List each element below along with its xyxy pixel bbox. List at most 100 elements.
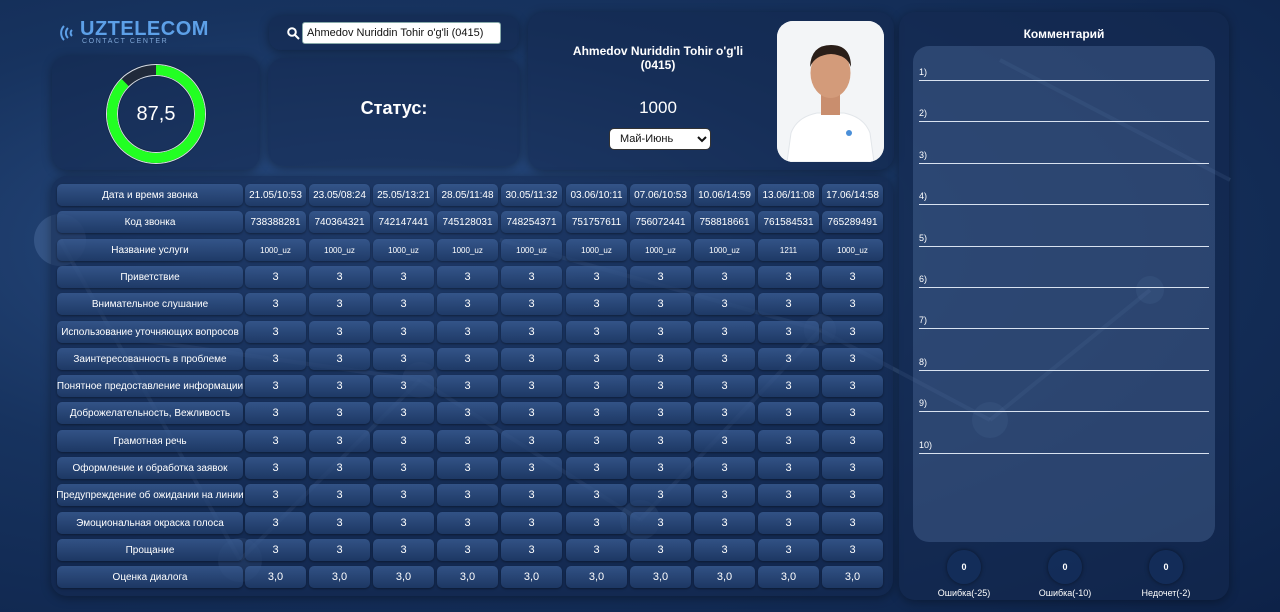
table-cell: 3 [758, 375, 819, 397]
comment-line[interactable]: 7) [919, 315, 1209, 329]
table-cell: 3 [373, 512, 434, 534]
table-cell: 3 [245, 457, 306, 479]
table-cell: 3 [758, 293, 819, 315]
table-cell: 3 [245, 321, 306, 343]
table-cell: 3 [437, 430, 498, 452]
table-cell: 3 [694, 348, 755, 370]
table-cell: 3 [501, 321, 562, 343]
table-cell: 3 [630, 484, 691, 506]
table-cell: 751757611 [566, 211, 627, 233]
table-cell: 3 [309, 266, 370, 288]
table-cell: 3 [694, 512, 755, 534]
comment-line[interactable]: 5) [919, 233, 1209, 247]
search-icon [287, 27, 300, 40]
comment-line[interactable]: 6) [919, 274, 1209, 288]
table-cell: 3 [501, 484, 562, 506]
table-cell: 748254371 [501, 211, 562, 233]
operator-number: 1000 [639, 98, 677, 117]
table-cell: 3 [630, 321, 691, 343]
table-cell: 3 [245, 512, 306, 534]
table-cell: 3 [694, 266, 755, 288]
table-cell: 761584531 [758, 211, 819, 233]
period-select[interactable]: Май-Июнь [609, 128, 711, 150]
table-cell: 3 [822, 375, 883, 397]
table-cell: 3 [630, 266, 691, 288]
table-cell: 3,0 [566, 566, 627, 588]
table-cell: 1000_uz [566, 239, 627, 261]
table-cell: 3 [566, 321, 627, 343]
table-cell: 3 [822, 512, 883, 534]
table-cell: 3 [437, 266, 498, 288]
table-cell: 3 [758, 539, 819, 561]
table-cell: 3 [373, 402, 434, 424]
score-value: 87,5 [136, 102, 176, 125]
table-cell: 3 [309, 512, 370, 534]
status-panel: Статус: [268, 58, 520, 166]
table-cell: 3 [245, 293, 306, 315]
table-cell: 3 [822, 266, 883, 288]
row-label: Понятное предоставление информации [57, 375, 243, 397]
row-label: Прощание [57, 539, 243, 561]
table-cell: 3,0 [694, 566, 755, 588]
table-cell: 3,0 [758, 566, 819, 588]
table-cell: 3 [822, 402, 883, 424]
table-cell: 3 [437, 293, 498, 315]
table-cell: 3 [501, 293, 562, 315]
table-cell: 1000_uz [245, 239, 306, 261]
table-cell: 3 [437, 457, 498, 479]
table-cell: 3 [822, 348, 883, 370]
table-cell: 738388281 [245, 211, 306, 233]
table-cell: 3 [309, 430, 370, 452]
row-label: Приветствие [57, 266, 243, 288]
comment-line[interactable]: 1) [919, 67, 1209, 81]
table-cell: 17.06/14:58 [822, 184, 883, 206]
comment-line[interactable]: 4) [919, 191, 1209, 205]
table-cell: 3 [822, 539, 883, 561]
table-cell: 3 [245, 266, 306, 288]
table-cell: 07.06/10:53 [630, 184, 691, 206]
comment-line[interactable]: 10) [919, 440, 1209, 454]
operator-panel: Ahmedov Nuriddin Tohir o'g'li (0415) 100… [528, 12, 894, 170]
comment-line[interactable]: 2) [919, 108, 1209, 122]
table-cell: 3 [694, 402, 755, 424]
table-cell: 3 [566, 457, 627, 479]
table-cell: 3,0 [437, 566, 498, 588]
table-cell: 3 [758, 402, 819, 424]
table-cell: 3 [822, 457, 883, 479]
comment-line[interactable]: 8) [919, 357, 1209, 371]
table-cell: 3 [245, 484, 306, 506]
logo-text: UZTELECOM [80, 18, 209, 40]
table-cell: 758818661 [694, 211, 755, 233]
table-cell: 3 [373, 266, 434, 288]
table-cell: 3 [694, 293, 755, 315]
table-cell: 3 [309, 484, 370, 506]
minor-error-label: Недочет(-2) [1141, 588, 1191, 598]
table-cell: 1000_uz [630, 239, 691, 261]
row-label: Внимательное слушание [57, 293, 243, 315]
table-cell: 3 [501, 512, 562, 534]
row-label: Дата и время звонка [57, 184, 243, 206]
table-cell: 3 [501, 430, 562, 452]
table-cell: 3,0 [245, 566, 306, 588]
comment-line[interactable]: 3) [919, 150, 1209, 164]
search-input[interactable] [302, 22, 501, 44]
table-cell: 3 [437, 375, 498, 397]
error-25-counter: 0 [947, 550, 981, 584]
table-cell: 3 [245, 375, 306, 397]
table-cell: 21.05/10:53 [245, 184, 306, 206]
search-panel [269, 16, 519, 50]
row-label: Использование уточняющих вопросов [57, 321, 243, 343]
table-cell: 3 [758, 321, 819, 343]
table-cell: 3 [309, 539, 370, 561]
status-label: Статус: [360, 98, 428, 118]
row-label: Заинтересованность в проблеме [57, 348, 243, 370]
table-cell: 3 [501, 266, 562, 288]
table-cell: 3 [437, 402, 498, 424]
table-cell: 3 [373, 484, 434, 506]
table-cell: 3 [566, 375, 627, 397]
table-cell: 3 [437, 512, 498, 534]
error-10-label: Ошибка(-10) [1038, 588, 1092, 598]
comment-line[interactable]: 9) [919, 398, 1209, 412]
table-cell: 3,0 [501, 566, 562, 588]
row-label: Предупреждение об ожидании на линии [56, 484, 244, 506]
